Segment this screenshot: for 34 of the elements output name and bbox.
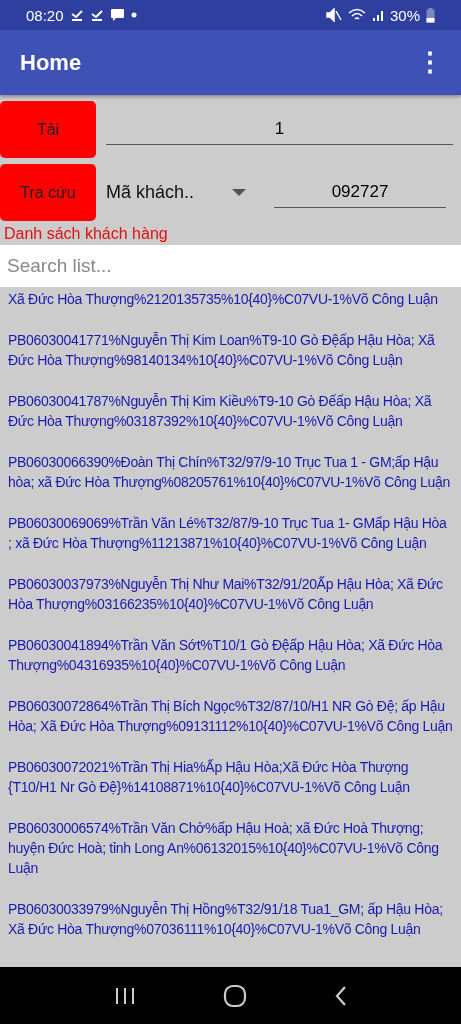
customer-item[interactable]: PB06030037973%Nguyễn Thị Như Mai%T32/91/20Ấp Hậu Hòa; Xã Đức Hòa Thượng%03166235%10{40}%C07VU-1%Võ Công Luận xyxy=(8,574,453,614)
load-button[interactable]: Tải xyxy=(0,101,96,158)
dot-icon xyxy=(130,12,137,18)
search-field[interactable]: Search list... xyxy=(0,245,461,287)
signal-icon xyxy=(371,8,386,22)
lookup-button[interactable]: Tra cứu xyxy=(0,164,96,221)
customer-item[interactable]: PB06030041894%Trần Văn Sớt%T10/1 Gò Đệấp Hậu Hòa; Xã Đức Hòa Thượng%04316935%10{40}%C07VU-1%Võ Công Luận xyxy=(8,635,453,675)
menu-button[interactable]: ⋮ xyxy=(413,47,447,78)
battery-icon xyxy=(426,7,435,23)
customer-item[interactable]: Xã Đức Hòa Thượng%2120135735%10{40}%C07VU-1%Võ Công Luận xyxy=(8,289,453,309)
home-icon[interactable] xyxy=(222,983,247,1008)
checkmark-icon xyxy=(69,9,84,21)
customer-item[interactable]: PB06030033979%Nguyễn Thị Hồng%T32/91/18 Tua1_GM; ấp Hậu Hòa; Xã Đức Hòa Thượng%07036111%10{40}%C07VU-1%Võ Công Luận xyxy=(8,899,453,939)
customer-item[interactable]: PB06030041771%Nguyễn Thị Kim Loan%T9-10 Gò Đệấp Hậu Hòa; Xã Đức Hòa Thượng%98140134%10{40}%C07VU-1%Võ Công Luận xyxy=(8,330,453,370)
mute-icon xyxy=(325,8,342,22)
dropdown[interactable]: Mã khách.. xyxy=(104,182,224,203)
customer-item[interactable]: PB06030066390%Đoàn Thị Chín%T32/97/9-10 Trục Tua 1 - GM;ấp Hậu hòa; xã Đức Hòa Thượng%08205761%10{40}%C07VU-1%Võ Công Luận xyxy=(8,452,453,492)
app-title: Home xyxy=(20,49,82,76)
customer-item[interactable]: PB06030069069%Trần Văn Lé%T32/87/9-10 Trục Tua 1- GMấp Hậu Hòa ; xã Đức Hòa Thượng%11213871%10{40}%C07VU-1%Võ Công Luận xyxy=(8,513,453,553)
clock: 08:20 xyxy=(26,6,64,24)
wifi-icon xyxy=(347,8,366,22)
battery-level: 30% xyxy=(389,6,420,24)
customer-item[interactable]: PB06030072864%Trần Thị Bích Ngọc%T32/87/10/H1 NR Gò Đệ; ấp Hậu Hòa; Xã Đức Hòa Thượng%09131112%10{40}%C07VU-1%Võ Công Luận xyxy=(8,696,453,736)
list-title: Danh sách khách hàng xyxy=(3,224,169,244)
recents-icon[interactable] xyxy=(113,985,136,1006)
customer-item[interactable]: PB06030041787%Nguyễn Thị Kim Kiều%T9-10 Gò Đếấp Hậu Hòa; Xã Đức Hòa Thượng%03187392%10{40}%C07VU-1%Võ Công Luận xyxy=(8,391,453,431)
customer-item[interactable]: PB06030072021%Trần Thị Hia%Ấp Hậu Hòa;Xã Đức Hòa Thượng {T10/H1 Nr Gò Đệ}%14108871%10{40}%C07VU-1%Võ Công Luận xyxy=(8,757,453,797)
caret-icon[interactable] xyxy=(232,188,246,197)
back-icon[interactable] xyxy=(333,984,348,1007)
input-field[interactable]: 092727 xyxy=(274,177,446,208)
customer-item[interactable]: PB06030006574%Trần Văn Chở%ấp Hậu Hoà; xã Đức Hoà Thượng; huyện Đức Hoà; tỉnh Long An%06132015%10{40}%C07VU-1%Võ Công Luận xyxy=(8,818,453,878)
chat-bubble-icon xyxy=(109,8,125,22)
checkmark-icon xyxy=(89,9,104,21)
input-field[interactable]: 1 xyxy=(106,114,453,145)
